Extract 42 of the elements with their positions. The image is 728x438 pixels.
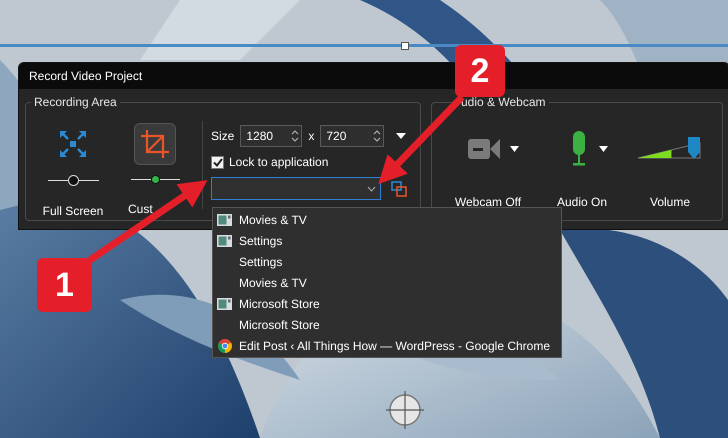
webcam-label[interactable]: Webcam Off [454, 193, 522, 211]
volume-label: Volume [650, 194, 690, 211]
volume-slider[interactable] [638, 137, 702, 161]
application-item[interactable]: Microsoft Store [213, 293, 561, 314]
checkbox-label[interactable]: Lock to application [229, 153, 328, 171]
step-badge: 1 [37, 258, 92, 312]
resize-handle[interactable] [401, 42, 409, 50]
step-badge: 2 [455, 45, 505, 97]
audio-label[interactable]: Audio On [556, 193, 608, 211]
application-item[interactable]: Microsoft Store [213, 314, 561, 335]
dropdown-arrow-icon[interactable] [510, 146, 518, 152]
mode-label[interactable]: Cust [128, 200, 153, 218]
crop-icon[interactable] [134, 123, 176, 165]
height-spinbox[interactable]: 720 [320, 125, 384, 147]
application-item[interactable]: Settings [213, 230, 561, 251]
application-combo-box[interactable] [211, 177, 381, 200]
chevron-down-icon[interactable] [367, 186, 376, 192]
app-window-icon [217, 214, 232, 226]
application-item[interactable]: Settings [213, 251, 561, 272]
spin-arrows-icon[interactable] [291, 129, 300, 143]
app-window-icon [217, 298, 232, 310]
application-item[interactable]: Movies & TV [213, 272, 561, 293]
width-spinbox[interactable]: 1280 [240, 125, 302, 147]
app-window-icon [217, 234, 232, 246]
application-item[interactable]: Movies & TV [213, 209, 561, 230]
group-title: Recording Area [33, 94, 118, 111]
spin-arrows-icon[interactable] [373, 129, 382, 143]
crosshair-icon[interactable] [386, 391, 424, 429]
window-title: Record Video Project [29, 68, 142, 85]
volume-thumb[interactable] [688, 137, 700, 159]
mode-label[interactable]: Full Screen [42, 202, 104, 220]
separator-label: x [308, 128, 314, 145]
dropdown-arrow-icon[interactable] [598, 146, 608, 152]
group-title: udio & Webcam [460, 94, 546, 111]
microphone-icon[interactable] [570, 131, 586, 167]
application-item[interactable]: Edit Post ‹ All Things How — WordPress - Google Chrome [213, 335, 561, 356]
video-camera-icon[interactable] [468, 139, 500, 159]
checkbox[interactable] [211, 156, 224, 168]
browser-icon [218, 338, 232, 352]
dropdown-arrow-icon[interactable] [396, 133, 406, 139]
size-label: Size [211, 128, 234, 145]
windows-icon[interactable] [391, 180, 407, 196]
